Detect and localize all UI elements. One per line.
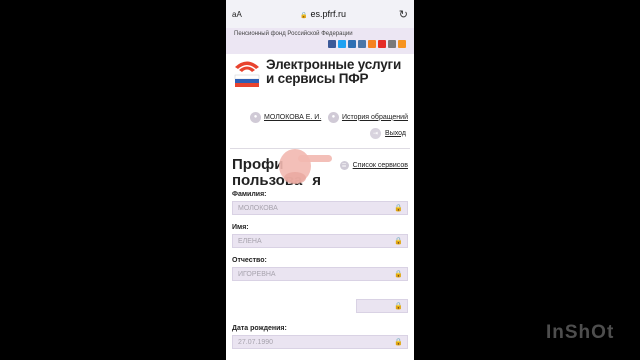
birthdate-field-group: Дата рождения: 27.07.1990 🔒 bbox=[226, 325, 414, 349]
field-value: МОЛОКОВА bbox=[238, 205, 278, 212]
field-label: Отчество: bbox=[232, 257, 267, 264]
field-value: ЕЛЕНА bbox=[238, 238, 262, 245]
brand-line-2: и сервисы ПФР bbox=[266, 71, 369, 86]
short-input[interactable]: 🔒 bbox=[356, 299, 408, 313]
name-input[interactable]: ЕЛЕНА 🔒 bbox=[232, 234, 408, 248]
org-name: Пенсионный фонд Российской Федерации bbox=[234, 31, 353, 37]
patronymic-field-group: Отчество: ИГОРЕВНА 🔒 bbox=[226, 257, 414, 281]
field-label: Фамилия: bbox=[232, 191, 267, 198]
lock-icon: 🔒 bbox=[394, 271, 403, 278]
exit-link[interactable]: Выход bbox=[385, 130, 406, 137]
lock-icon: 🔒 bbox=[300, 13, 308, 19]
browser-address-bar: aA 🔒 es.pfrf.ru ↻ bbox=[226, 0, 414, 28]
services-list-link[interactable]: ☰ Список сервисов bbox=[339, 161, 408, 170]
watermark: InShOt bbox=[546, 322, 615, 343]
field-label: Дата рождения: bbox=[232, 325, 287, 332]
odnoklassniki-icon[interactable] bbox=[368, 40, 376, 48]
url-text: es.pfrf.ru bbox=[310, 9, 346, 19]
patronymic-input[interactable]: ИГОРЕВНА 🔒 bbox=[232, 267, 408, 281]
pfr-logo-icon[interactable] bbox=[232, 58, 262, 90]
user-bar: ● МОЛОКОВА Е. И. ● История обращений bbox=[226, 106, 414, 126]
rss-icon[interactable] bbox=[398, 40, 406, 48]
mail-icon[interactable] bbox=[348, 40, 356, 48]
name-field-group: Имя: ЕЛЕНА 🔒 bbox=[226, 224, 414, 248]
lock-icon: 🔒 bbox=[394, 339, 403, 346]
birthdate-input[interactable]: 27.07.1990 🔒 bbox=[232, 335, 408, 349]
youtube-icon[interactable] bbox=[378, 40, 386, 48]
pointing-hand-icon bbox=[279, 149, 332, 184]
url-field[interactable]: 🔒 es.pfrf.ru bbox=[252, 9, 394, 19]
brand-line-1: Электронные услуги bbox=[266, 57, 402, 72]
vk-icon[interactable] bbox=[358, 40, 366, 48]
exit-row: ⇥ Выход bbox=[226, 126, 414, 140]
services-list-label: Список сервисов bbox=[352, 162, 408, 169]
field-value: ИГОРЕВНА bbox=[238, 271, 276, 278]
reload-icon[interactable]: ↻ bbox=[394, 8, 408, 21]
site-top-bar: Пенсионный фонд Российской Федерации bbox=[226, 28, 414, 54]
history-link[interactable]: История обращений bbox=[342, 114, 408, 121]
field-label: Имя: bbox=[232, 224, 249, 231]
field-value: 27.07.1990 bbox=[238, 339, 274, 346]
list-icon: ☰ bbox=[339, 161, 349, 170]
phone-screen: aA 🔒 es.pfrf.ru ↻ Пенсионный фонд Российс… bbox=[226, 0, 414, 360]
surname-input[interactable]: МОЛОКОВА 🔒 bbox=[232, 201, 408, 215]
twitter-icon[interactable] bbox=[338, 40, 346, 48]
history-icon: ● bbox=[327, 111, 339, 123]
facebook-icon[interactable] bbox=[328, 40, 336, 48]
exit-icon[interactable]: ⇥ bbox=[370, 127, 382, 139]
short-field-group: 🔒 bbox=[226, 299, 414, 313]
site-header: Электронные услуги и сервисы ПФР bbox=[226, 54, 414, 106]
lock-icon: 🔒 bbox=[394, 303, 403, 310]
brand-title: Электронные услуги и сервисы ПФР bbox=[266, 58, 401, 86]
reader-mode-button[interactable]: aA bbox=[232, 10, 252, 19]
lock-icon: 🔒 bbox=[394, 205, 403, 212]
surname-field-group: Фамилия: МОЛОКОВА 🔒 bbox=[226, 191, 414, 215]
user-name-link[interactable]: МОЛОКОВА Е. И. bbox=[264, 114, 321, 121]
rss-share-icon[interactable] bbox=[388, 40, 396, 48]
social-links bbox=[234, 40, 406, 48]
lock-icon: 🔒 bbox=[394, 238, 403, 245]
user-icon: ● bbox=[250, 111, 261, 123]
